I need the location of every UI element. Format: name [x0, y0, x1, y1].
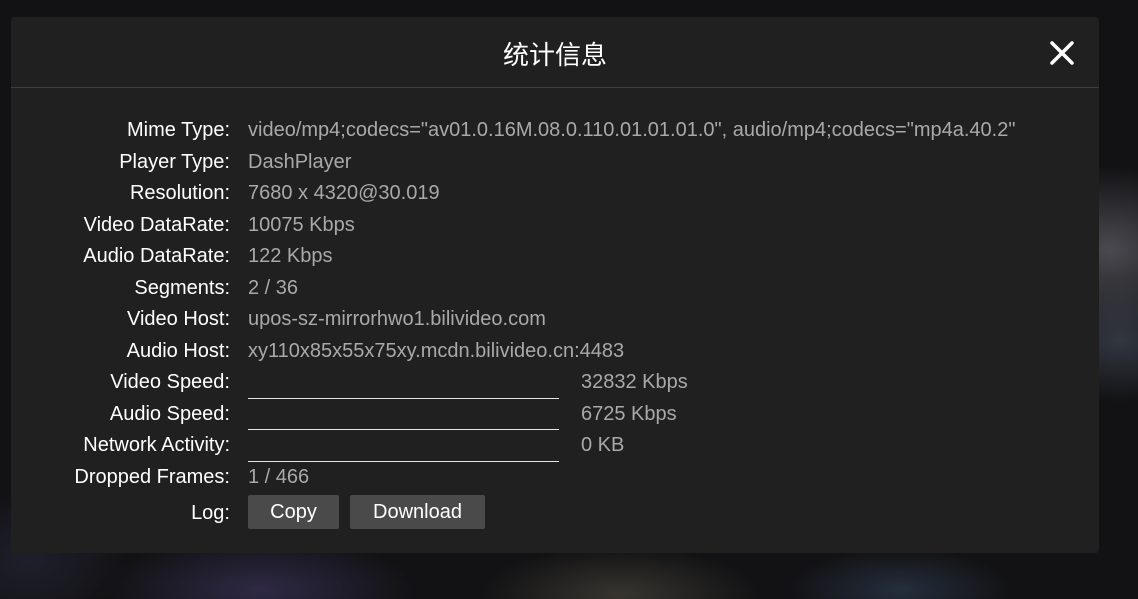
stat-value: 10075 Kbps [248, 213, 355, 236]
network-activity-graph [248, 430, 559, 462]
stat-value: 122 Kbps [248, 245, 333, 267]
stat-row-segments: Segments: 2 / 36 [11, 273, 1099, 305]
stat-row-dropped-frames: Dropped Frames: 1 / 466 [11, 462, 1099, 494]
stat-row-mime-type: Mime Type: video/mp4;codecs="av01.0.16M.… [11, 115, 1099, 147]
video-speed-graph [248, 367, 559, 399]
stat-row-resolution: Resolution: 7680 x 4320@30.019 [11, 178, 1099, 210]
stat-row-video-speed: Video Speed: 32832 Kbps [11, 367, 1099, 399]
stat-value: 0 KB [581, 434, 625, 456]
stat-row-log: Log: Copy Download [11, 493, 1099, 533]
stat-row-video-datarate: Video DataRate: 10075 Kbps [11, 210, 1099, 242]
stat-row-player-type: Player Type: DashPlayer [11, 147, 1099, 179]
stat-row-audio-speed: Audio Speed: 6725 Kbps [11, 399, 1099, 430]
audio-speed-graph [248, 399, 559, 430]
stat-label: Network Activity: [83, 434, 230, 456]
stat-row-network-activity: Network Activity: 0 KB [11, 430, 1099, 462]
stats-list: Mime Type: video/mp4;codecs="av01.0.16M.… [11, 115, 1099, 533]
stat-label: Audio Speed: [109, 402, 230, 425]
stat-label: Video Speed: [110, 371, 230, 393]
stat-label: Dropped Frames: [74, 465, 230, 488]
stat-row-video-host: Video Host: upos-sz-mirrorhwo1.bilivideo… [11, 304, 1099, 336]
stat-label: Audio Host: [126, 339, 230, 362]
stat-label: Player Type: [119, 150, 230, 173]
stat-row-audio-host: Audio Host: xy110x85x55x75xy.mcdn.bilivi… [11, 336, 1099, 368]
stat-value: xy110x85x55x75xy.mcdn.bilivideo.cn:4483 [248, 339, 625, 362]
stat-label: Mime Type: [127, 119, 230, 141]
stats-dialog: 统计信息 Mime Type: video/mp4;codecs="av01.0… [11, 17, 1099, 553]
stat-value: 1 / 466 [248, 465, 310, 488]
stat-value: 6725 Kbps [581, 402, 677, 425]
stat-value: 2 / 36 [248, 276, 299, 299]
stat-label: Video Host: [126, 308, 230, 330]
stat-value: 7680 x 4320@30.019 [248, 182, 440, 204]
stat-label: Video DataRate: [83, 213, 230, 236]
close-icon [1050, 41, 1074, 65]
stat-value: DashPlayer [248, 150, 352, 173]
stat-value: 32832 Kbps [581, 371, 688, 393]
stat-row-audio-datarate: Audio DataRate: 122 Kbps [11, 241, 1099, 273]
download-log-button[interactable]: Download [350, 495, 485, 529]
dialog-title: 统计信息 [502, 41, 607, 71]
stat-label: Log: [191, 502, 230, 524]
close-button[interactable] [1049, 40, 1075, 66]
dialog-header: 统计信息 [11, 17, 1099, 88]
copy-log-button[interactable]: Copy [248, 495, 339, 529]
stat-value: video/mp4;codecs="av01.0.16M.08.0.110.01… [248, 119, 1016, 141]
stat-label: Audio DataRate: [83, 245, 230, 267]
stat-value: upos-sz-mirrorhwo1.bilivideo.com [248, 308, 546, 330]
stat-label: Segments: [134, 276, 230, 299]
stat-label: Resolution: [129, 182, 230, 204]
